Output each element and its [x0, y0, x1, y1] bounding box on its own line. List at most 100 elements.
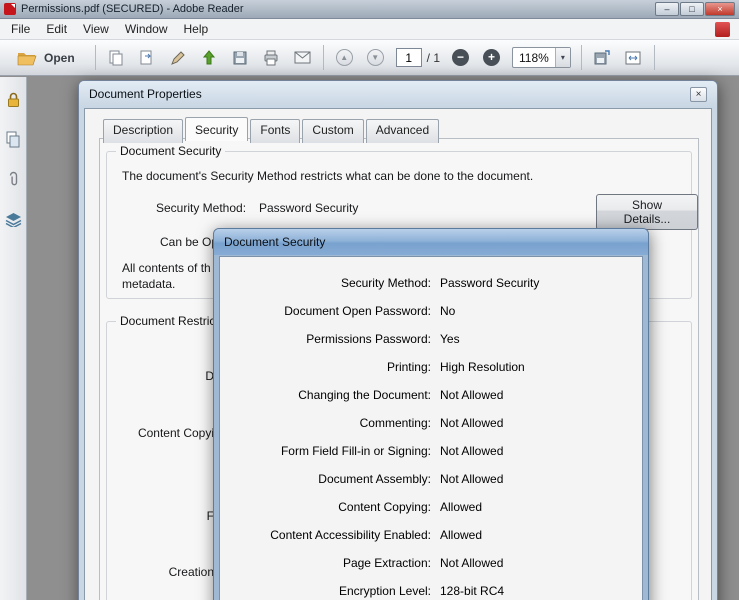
- document-restrictions-group-title: Document Restricti: [116, 314, 226, 328]
- page-number-input[interactable]: [395, 48, 422, 67]
- share-upload-button[interactable]: [196, 45, 223, 71]
- zoom-level-select[interactable]: 118% ▾: [512, 47, 571, 68]
- menu-bar: File Edit View Window Help: [0, 19, 739, 40]
- property-label: Document Assembly:: [318, 472, 431, 486]
- page-export-icon: [140, 50, 152, 64]
- tab-description[interactable]: Description: [103, 119, 184, 143]
- property-value: No: [440, 304, 456, 318]
- tab-advanced[interactable]: Advanced: [365, 119, 440, 143]
- dialog-close-icon[interactable]: ×: [690, 86, 707, 102]
- property-label: Commenting:: [359, 416, 431, 430]
- envelope-icon: [294, 51, 311, 64]
- restriction-label-fragment: Creation: [168, 565, 214, 579]
- upload-arrow-icon: [203, 49, 216, 64]
- security-property-row: Printing: High Resolution: [220, 353, 642, 381]
- pages-icon: [6, 131, 19, 147]
- save-button[interactable]: [227, 45, 254, 71]
- open-folder-icon: [17, 52, 37, 65]
- property-label: Document Open Password:: [284, 304, 431, 318]
- layers-icon: [5, 212, 21, 227]
- page-export-button[interactable]: [134, 45, 161, 71]
- property-value: Allowed: [440, 500, 483, 514]
- previous-page-button[interactable]: ▲: [331, 45, 358, 71]
- fit-window-icon: [625, 51, 641, 64]
- property-label: Permissions Password:: [306, 332, 431, 346]
- security-property-row: Page Extraction: Not Allowed: [220, 549, 642, 577]
- toolbar-separator: [322, 45, 324, 70]
- open-button-label: Open: [44, 50, 75, 65]
- adobe-reader-window: Permissions.pdf (SECURED) - Adobe Reader…: [0, 0, 739, 600]
- security-property-row: Security Method: Password Security: [220, 269, 642, 297]
- title-bar: Permissions.pdf (SECURED) - Adobe Reader…: [0, 0, 739, 19]
- open-button[interactable]: Open: [8, 45, 84, 71]
- fit-window-button[interactable]: [620, 45, 647, 71]
- property-label: Content Copying:: [338, 500, 431, 514]
- property-label: Changing the Document:: [298, 388, 431, 402]
- toolbar: Open ▲ ▼ 1 / 1 − + 118% ▾: [0, 40, 739, 76]
- menu-view[interactable]: View: [75, 20, 117, 38]
- toolbar-separator: [580, 45, 582, 70]
- zoom-out-button[interactable]: −: [447, 45, 474, 71]
- zoom-level-value: 118%: [519, 50, 549, 65]
- restriction-label-fragment: F: [206, 509, 214, 523]
- floppy-icon: [233, 51, 247, 64]
- document-security-body: Security Method: Password Security Docum…: [219, 256, 643, 600]
- menu-file[interactable]: File: [3, 20, 38, 38]
- security-method-description: The document's Security Method restricts…: [122, 169, 534, 183]
- tab-custom[interactable]: Custom: [302, 119, 364, 143]
- tab-fonts[interactable]: Fonts: [250, 119, 301, 143]
- property-value: Yes: [440, 332, 460, 346]
- security-property-row: Document Open Password: No: [220, 297, 642, 325]
- property-value: Allowed: [440, 528, 483, 542]
- security-method-value: Password Security: [259, 201, 359, 215]
- property-label: Form Field Fill-in or Signing:: [280, 444, 431, 458]
- security-property-row: Commenting: Not Allowed: [220, 409, 642, 437]
- minimize-button[interactable]: –: [655, 2, 679, 16]
- page-copy-button[interactable]: [103, 45, 130, 71]
- toolbar-separator: [653, 45, 655, 70]
- security-panel-button[interactable]: [2, 88, 24, 110]
- window-title: Permissions.pdf (SECURED) - Adobe Reader: [21, 3, 244, 15]
- menu-window[interactable]: Window: [117, 20, 176, 38]
- save-copy-button[interactable]: [589, 45, 616, 71]
- restriction-label-fragment: D: [205, 369, 214, 383]
- layers-button[interactable]: [2, 208, 24, 230]
- attachments-button[interactable]: [2, 168, 24, 190]
- caption-buttons: – □ ×: [655, 2, 735, 16]
- down-arrow-circle-icon: ▼: [366, 49, 384, 66]
- security-method-label: Security Method:: [156, 201, 247, 215]
- maximize-button[interactable]: □: [680, 2, 704, 16]
- menu-help[interactable]: Help: [176, 20, 217, 38]
- toolbar-separator: [94, 45, 96, 70]
- plus-circle-icon: +: [483, 49, 501, 66]
- encryption-note-line1: All contents of th: [122, 261, 211, 275]
- floppy-arrow-icon: [594, 49, 611, 64]
- security-property-row: Content Copying: Allowed: [220, 493, 642, 521]
- paperclip-icon: [9, 171, 17, 185]
- show-details-button[interactable]: Show Details...: [596, 194, 698, 230]
- document-properties-titlebar[interactable]: Document Properties ×: [79, 81, 717, 107]
- sign-button[interactable]: [165, 45, 192, 71]
- email-button[interactable]: [289, 45, 316, 71]
- menu-edit[interactable]: Edit: [38, 20, 75, 38]
- security-property-row: Content Accessibility Enabled: Allowed: [220, 521, 642, 549]
- up-arrow-circle-icon: ▲: [335, 49, 353, 66]
- pen-icon: [171, 50, 185, 65]
- zoom-in-button[interactable]: +: [478, 45, 505, 71]
- document-properties-title: Document Properties: [89, 87, 202, 101]
- security-property-row: Changing the Document: Not Allowed: [220, 381, 642, 409]
- restriction-label-fragment: Content Copyi: [137, 426, 214, 440]
- document-security-titlebar[interactable]: Document Security: [214, 229, 648, 255]
- page-thumbnails-button[interactable]: [2, 128, 24, 150]
- tab-security[interactable]: Security: [185, 117, 249, 141]
- property-value: Not Allowed: [440, 416, 504, 430]
- acrobat-badge-icon[interactable]: [715, 21, 730, 37]
- security-property-row: Permissions Password: Yes: [220, 325, 642, 353]
- property-value: Not Allowed: [440, 444, 504, 458]
- security-property-row: Encryption Level: 128-bit RC4: [220, 577, 642, 600]
- minus-circle-icon: −: [452, 49, 470, 66]
- print-button[interactable]: [258, 45, 285, 71]
- close-button[interactable]: ×: [705, 2, 735, 16]
- next-page-button[interactable]: ▼: [362, 45, 389, 71]
- property-label: Encryption Level:: [338, 584, 431, 598]
